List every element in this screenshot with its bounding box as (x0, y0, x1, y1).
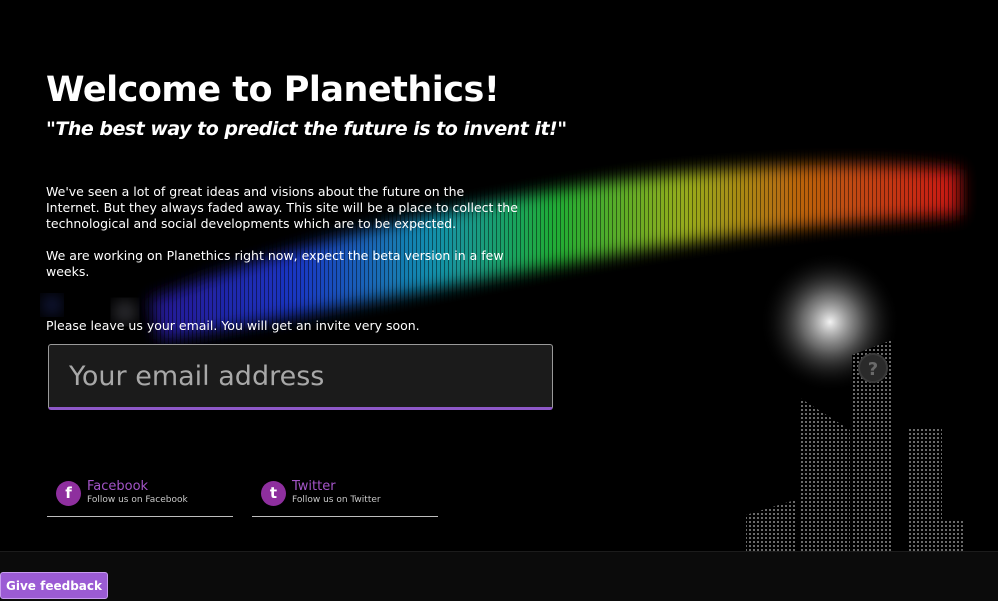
facebook-link[interactable]: f Facebook Follow us on Facebook (47, 476, 233, 517)
intro-paragraph: We've seen a lot of great ideas and visi… (46, 184, 518, 231)
facebook-label: Facebook (87, 479, 149, 494)
give-feedback-button[interactable]: Give feedback (0, 572, 108, 599)
status-paragraph: We are working on Planethics right now, … (46, 248, 504, 279)
twitter-subtitle: Follow us on Twitter (292, 495, 381, 505)
twitter-label: Twitter (292, 479, 336, 494)
page-title: Welcome to Planethics! (46, 70, 500, 110)
twitter-link[interactable]: t Twitter Follow us on Twitter (252, 476, 438, 517)
landing-content: Welcome to Planethics! "The best way to … (0, 0, 998, 600)
facebook-icon: f (56, 481, 81, 506)
email-input[interactable] (49, 345, 552, 407)
tagline-quote: "The best way to predict the future is t… (46, 118, 567, 140)
twitter-icon: t (261, 481, 286, 506)
email-field-wrapper (48, 344, 553, 410)
email-prompt: Please leave us your email. You will get… (46, 318, 420, 333)
facebook-subtitle: Follow us on Facebook (87, 495, 188, 505)
